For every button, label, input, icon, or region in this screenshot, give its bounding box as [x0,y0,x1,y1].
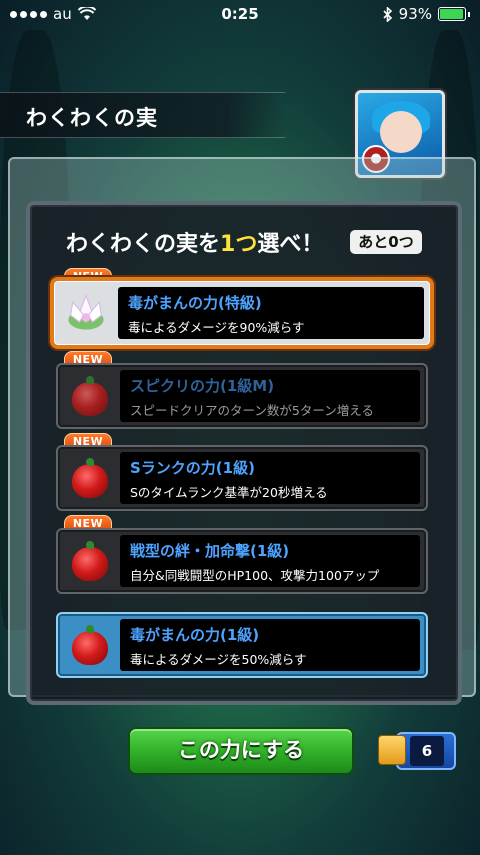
red-fruit-icon [72,625,108,665]
title-banner: わくわくの実 [0,92,285,138]
option-description: Sのタイムランク基準が20秒増える [130,485,328,500]
battery-icon [438,7,466,21]
page-title: わくわくの実 [26,106,158,130]
option-battle-type-bond[interactable]: 戦型の絆・加命撃(1級) 自分&同戦闘型のHP100、攻撃力100アップ [56,528,428,594]
red-fruit-icon [72,376,108,416]
red-fruit-icon [72,458,108,498]
lotus-fruit-icon [68,293,104,330]
remaining-count-badge: あと0つ [350,230,422,254]
option-description: 毒によるダメージを50%減らす [130,652,307,667]
bluetooth-icon [383,6,392,22]
option-poison-resist-current[interactable]: 毒がまんの力(1級) 毒によるダメージを50%減らす [56,612,428,678]
option-name: スピクリの力(1級M) [130,377,275,395]
option-poison-resist-special[interactable]: 毒がまんの力(特級) 毒によるダメージを90%減らす [50,277,434,349]
option-name: 毒がまんの力(1級) [130,626,260,644]
status-bar: au 0:25 93% [0,0,480,28]
option-description: 自分&同戦闘型のHP100、攻撃力100アップ [130,568,380,583]
battery-percent: 93% [398,5,432,23]
selection-heading: わくわくの実を1つ選べ！ [66,232,324,257]
option-description: 毒によるダメージを90%減らす [128,320,305,335]
option-name: 毒がまんの力(特級) [128,294,262,312]
red-fruit-icon [72,541,108,581]
scroll-counter[interactable]: 6 [378,729,456,770]
option-s-rank[interactable]: Sランクの力(1級) Sのタイムランク基準が20秒増える [56,445,428,511]
confirm-button[interactable]: この力にする [128,727,354,775]
option-description: スピードクリアのターン数が5ターン増える [130,403,374,418]
option-name: Sランクの力(1級) [130,459,255,477]
counter-value: 6 [410,736,444,766]
scroll-icon [378,735,406,765]
option-name: 戦型の絆・加命撃(1級) [130,542,290,560]
option-speed-clear[interactable]: スピクリの力(1級M) スピードクリアのターン数が5ターン増える [56,363,428,429]
